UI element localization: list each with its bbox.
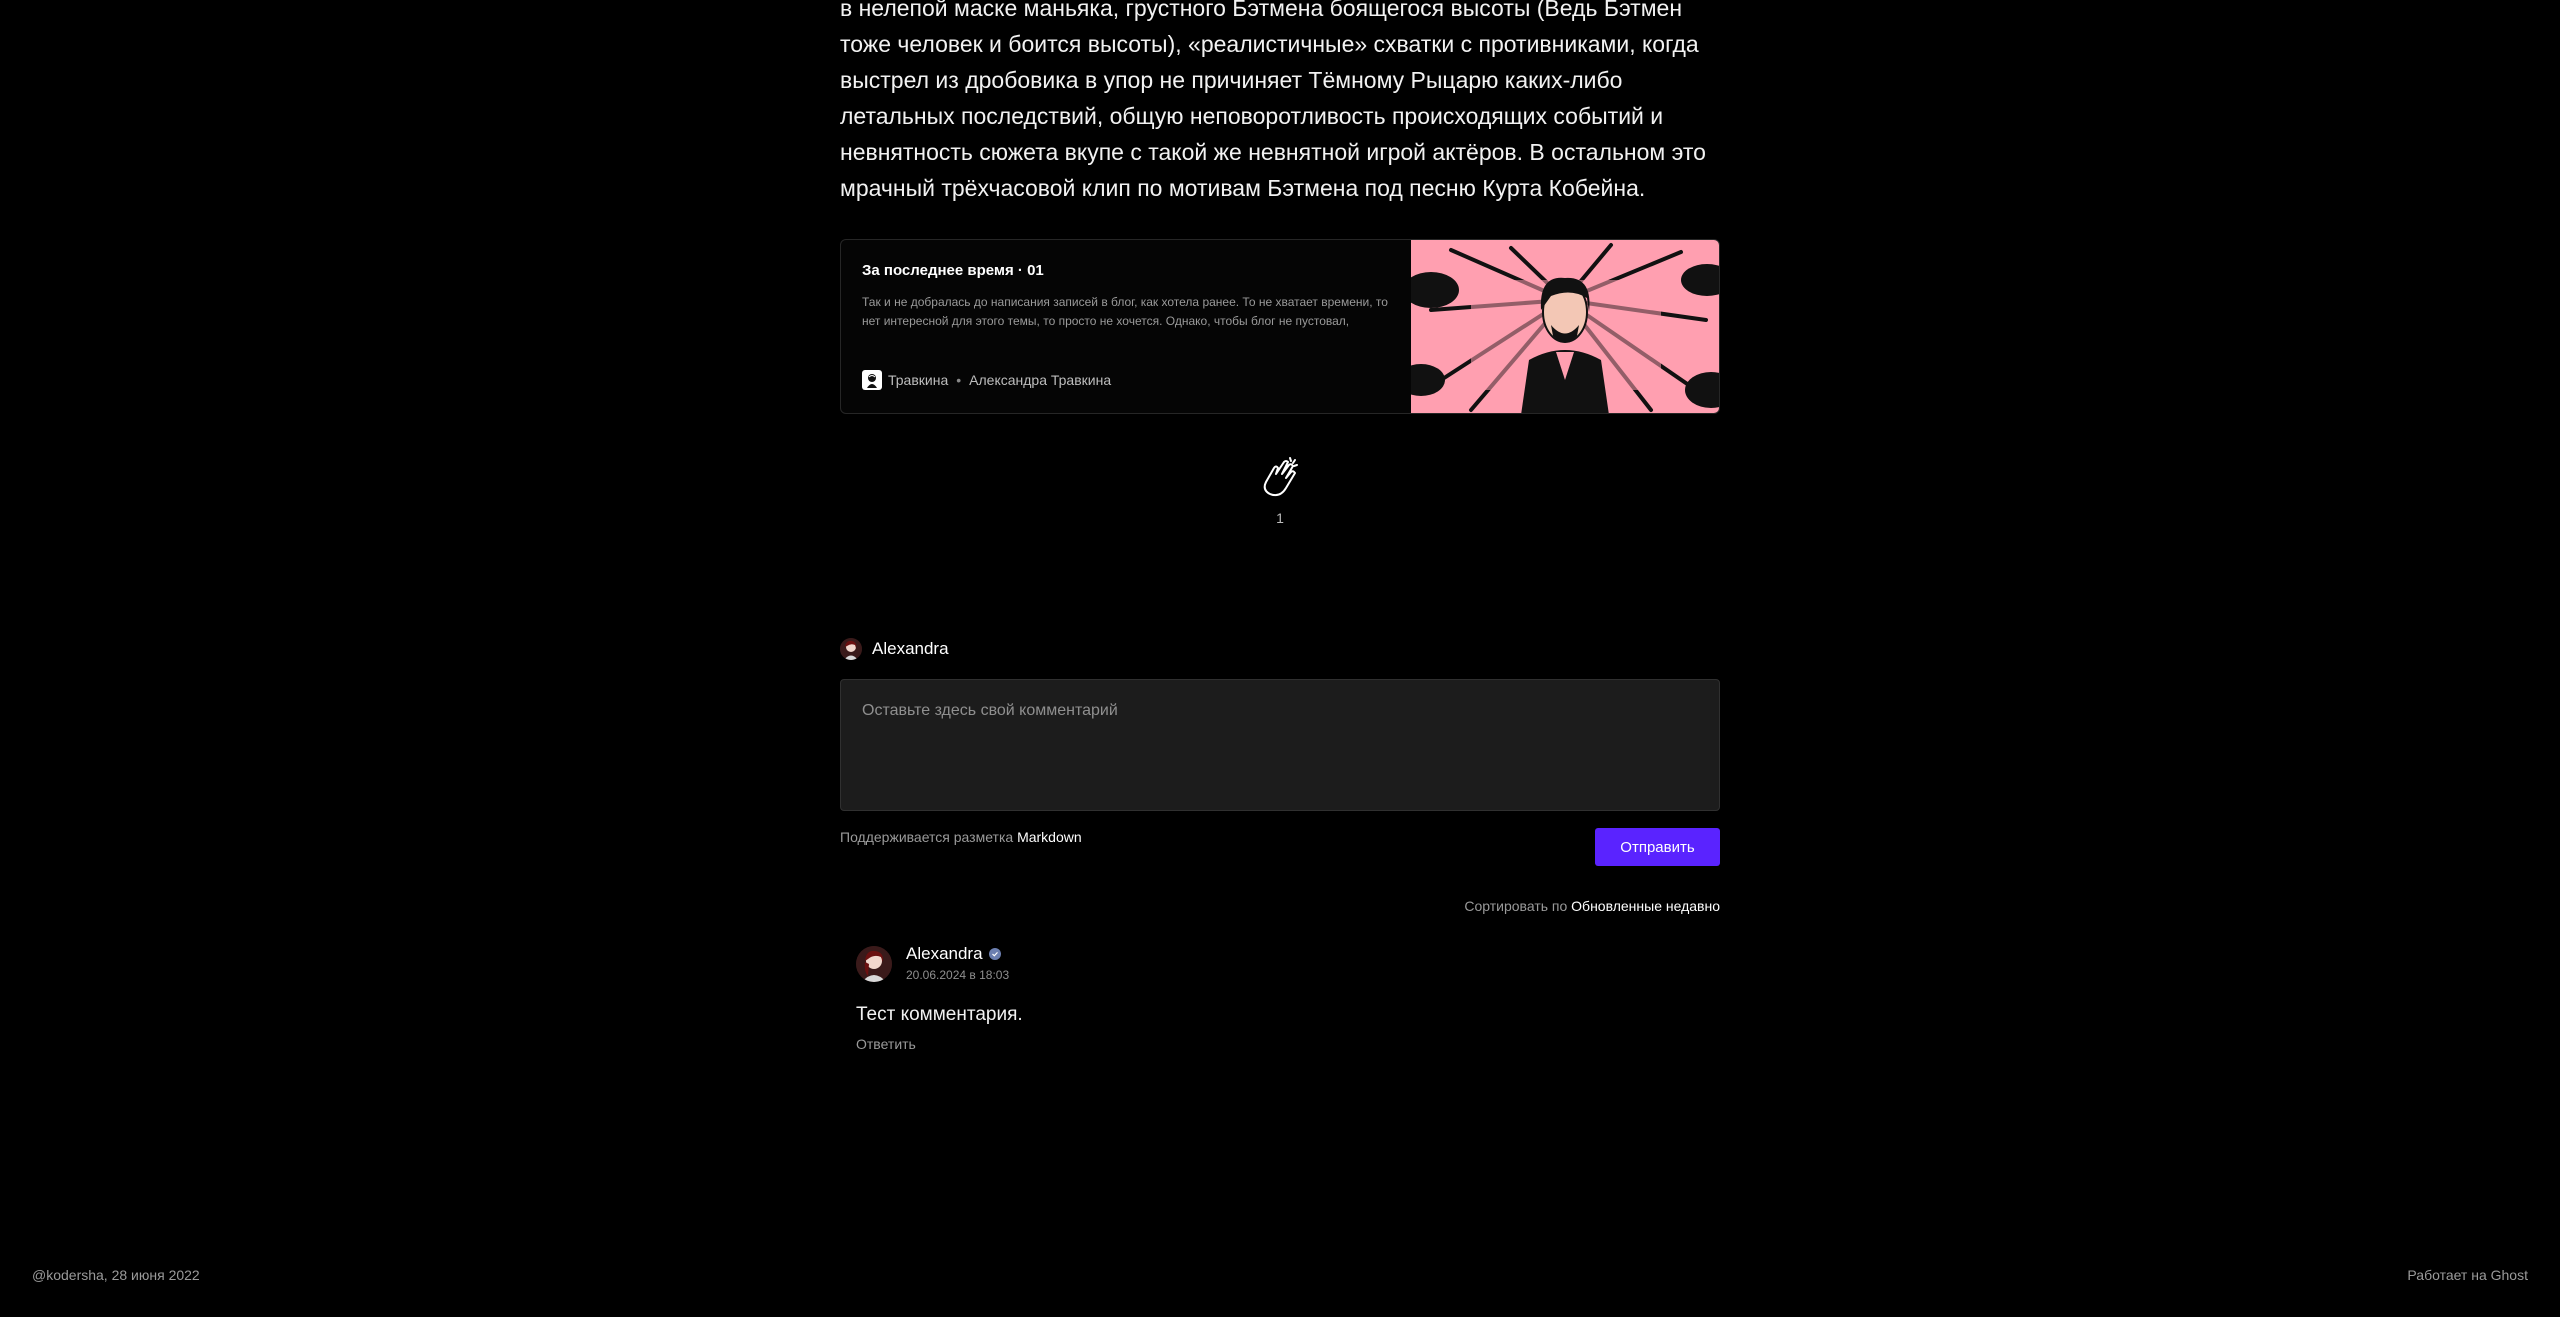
comment-meta: Alexandra 20.06.2024 в 18:03 <box>906 944 1009 982</box>
bookmark-card[interactable]: За последнее время · 01 Так и не добрала… <box>840 239 1720 414</box>
article-body: в нелепой маске маньяка, грустного Бэтме… <box>840 0 1720 206</box>
clap-count: 1 <box>1276 510 1284 526</box>
sort-dropdown[interactable]: Обновленные недавно <box>1571 898 1720 914</box>
submit-comment-button[interactable]: Отправить <box>1595 828 1720 866</box>
bookmark-author: Александра Травкина <box>969 372 1112 388</box>
bookmark-metadata: Травкина • Александра Травкина <box>862 370 1111 390</box>
sort-control: Сортировать по Обновленные недавно <box>1300 898 1720 914</box>
page: в нелепой маске маньяка, грустного Бэтме… <box>0 0 2560 1317</box>
article-paragraph: в нелепой маске маньяка, грустного Бэтме… <box>840 0 1706 201</box>
comment-author: Alexandra <box>906 944 983 963</box>
bookmark-title: За последнее время · 01 <box>862 262 1044 279</box>
reply-button[interactable]: Ответить <box>856 1036 1720 1052</box>
comment-body: Тест комментария. <box>856 1004 1023 1025</box>
verified-badge-icon <box>988 948 1001 960</box>
sort-label: Сортировать по <box>1464 898 1568 914</box>
footer-copyright: @kodersha, 28 июня 2022 <box>32 1267 200 1283</box>
bookmark-favicon-icon <box>862 370 882 390</box>
avatar <box>840 638 862 660</box>
clap-icon[interactable] <box>1256 454 1304 502</box>
comment-date: 20.06.2024 в 18:03 <box>906 968 1010 982</box>
markdown-link[interactable]: Markdown <box>1017 829 1082 845</box>
bookmark-content: За последнее время · 01 Так и не добрала… <box>841 240 1411 413</box>
comment-author-row: Alexandra <box>906 944 1009 964</box>
markdown-note-text: Поддерживается разметка <box>840 829 1014 845</box>
bookmark-thumbnail <box>1397 240 1719 413</box>
comment-item: Alexandra 20.06.2024 в 18:03 Тест коммен… <box>856 944 1720 1052</box>
user-name: Alexandra <box>872 639 949 658</box>
avatar[interactable] <box>856 946 892 982</box>
comment-form-user: Alexandra <box>840 638 949 660</box>
footer-powered-by[interactable]: Работает на Ghost <box>2407 1267 2528 1283</box>
comment-header: Alexandra 20.06.2024 в 18:03 <box>856 944 1720 982</box>
comment-input[interactable] <box>840 679 1720 811</box>
bookmark-description: Так и не добралась до написания записей … <box>862 295 1388 328</box>
bookmark-separator: • <box>956 372 962 388</box>
markdown-note: Поддерживается разметка Markdown <box>840 829 1082 845</box>
bookmark-publisher: Травкина <box>888 372 949 388</box>
